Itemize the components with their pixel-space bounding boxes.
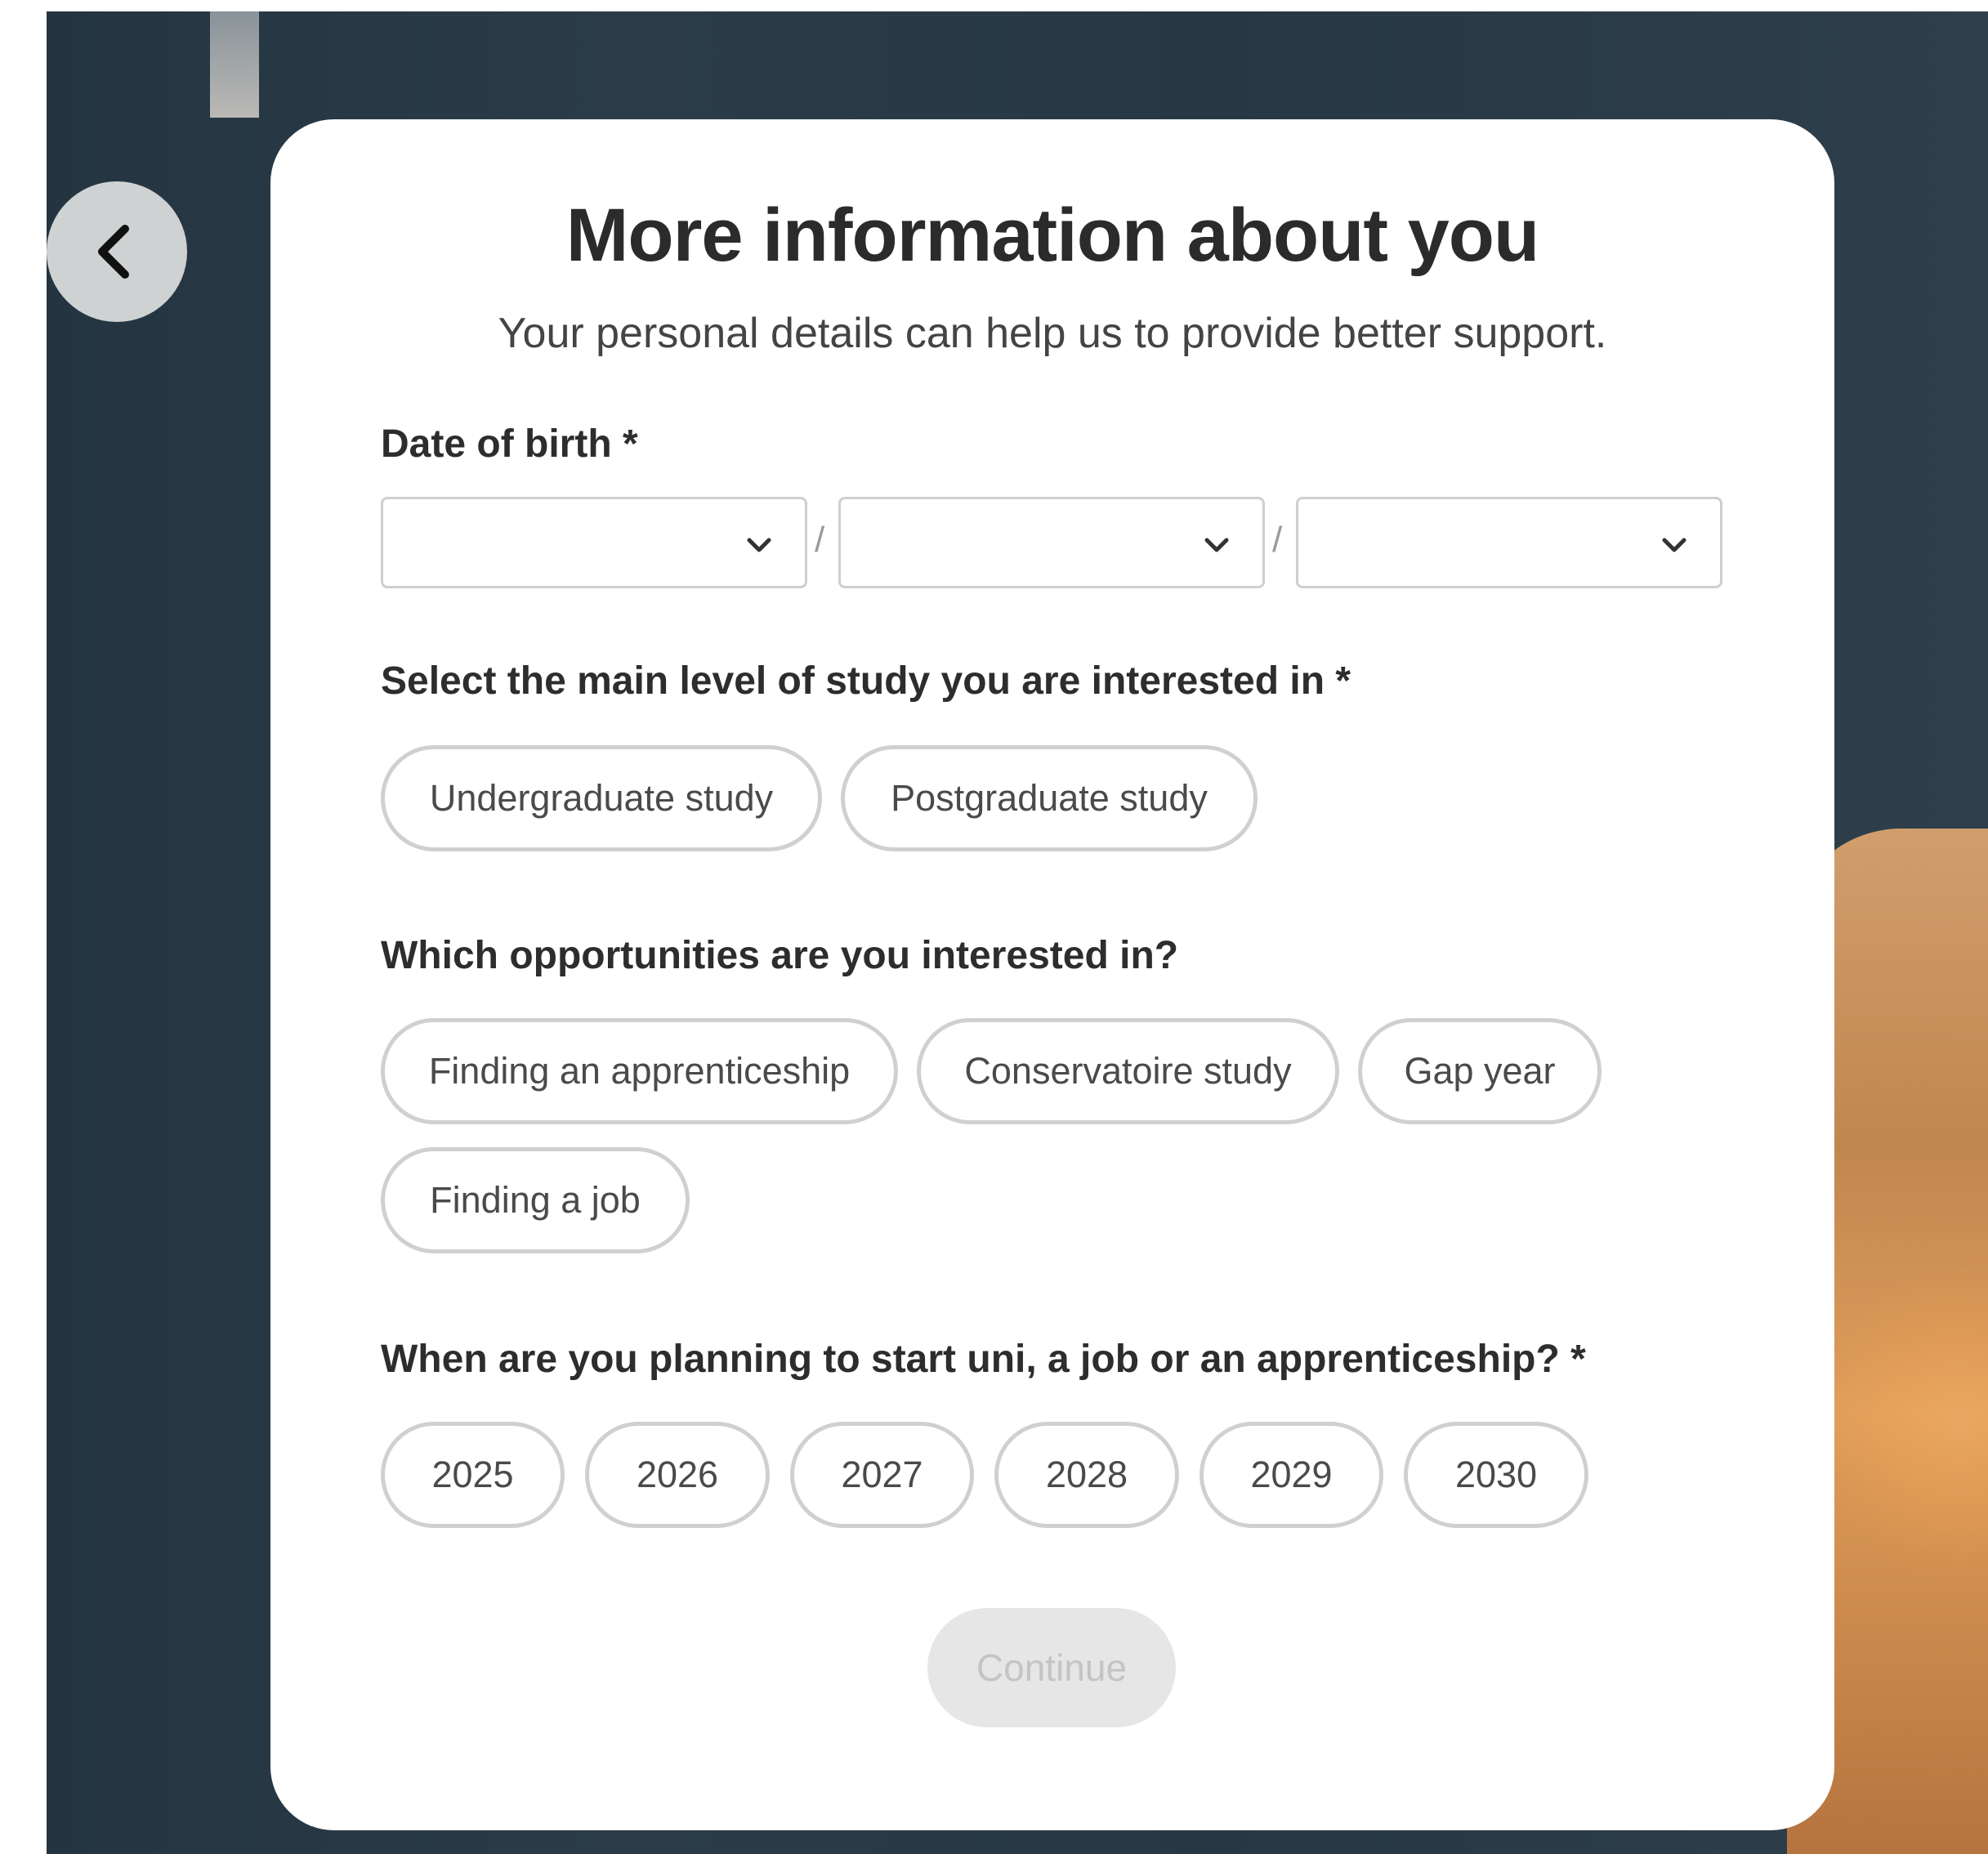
option-gap-year[interactable]: Gap year (1358, 1018, 1602, 1124)
profile-form-card: More information about you Your personal… (270, 119, 1834, 1830)
option-conservatoire-study[interactable]: Conservatoire study (917, 1018, 1339, 1124)
option-year-2030[interactable]: 2030 (1404, 1422, 1588, 1528)
option-year-2025[interactable]: 2025 (381, 1422, 565, 1528)
chevron-down-icon (747, 538, 771, 552)
chevron-left-icon (98, 225, 129, 279)
opportunities-label: Which opportunities are you interested i… (381, 934, 1179, 977)
option-year-2028[interactable]: 2028 (994, 1422, 1179, 1528)
chevron-down-icon (1204, 538, 1229, 552)
dob-separator: / (1272, 520, 1283, 560)
chevron-down-icon (1662, 538, 1686, 552)
option-postgraduate-study[interactable]: Postgraduate study (841, 745, 1258, 851)
option-year-2029[interactable]: 2029 (1200, 1422, 1383, 1528)
start-year-label: When are you planning to start uni, a jo… (381, 1338, 1586, 1381)
option-undergraduate-study[interactable]: Undergraduate study (381, 745, 822, 851)
page-title: More information about you (565, 194, 1539, 277)
page-subtitle: Your personal details can help us to pro… (498, 310, 1607, 357)
dob-year-select[interactable] (1296, 497, 1722, 588)
dob-day-select[interactable] (381, 497, 807, 588)
back-button[interactable] (47, 181, 187, 322)
dob-month-select[interactable] (838, 497, 1265, 588)
background-photo: More information about you Your personal… (47, 11, 1988, 1854)
study-level-label: Select the main level of study you are i… (381, 659, 1351, 703)
option-year-2026[interactable]: 2026 (585, 1422, 770, 1528)
option-finding-apprenticeship[interactable]: Finding an apprenticeship (381, 1018, 898, 1124)
continue-button[interactable]: Continue (927, 1608, 1176, 1727)
option-finding-job[interactable]: Finding a job (381, 1147, 690, 1253)
option-year-2027[interactable]: 2027 (790, 1422, 974, 1528)
dob-separator: / (815, 520, 825, 560)
dob-label: Date of birth * (381, 422, 638, 466)
